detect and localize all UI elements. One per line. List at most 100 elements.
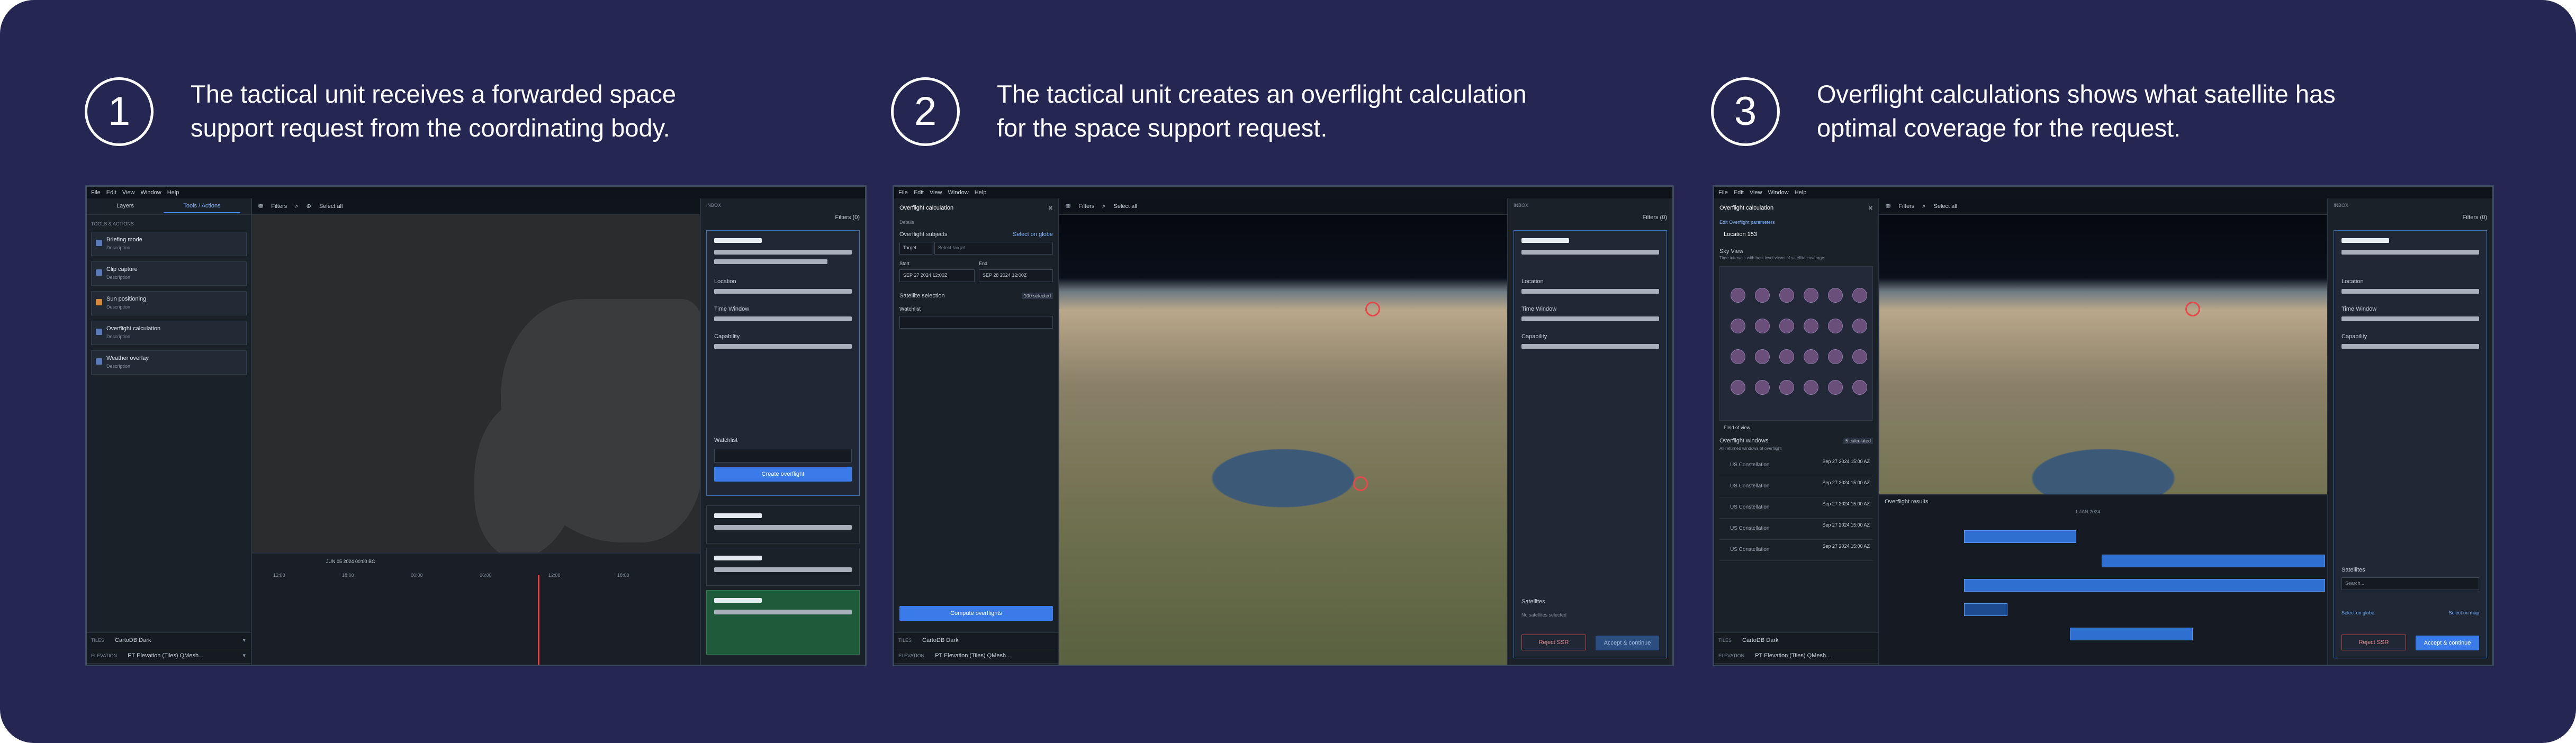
overflight-window[interactable]: [1964, 579, 2325, 592]
polar-plot[interactable]: [1731, 349, 1745, 364]
menu-file[interactable]: File: [91, 189, 101, 196]
menu-window[interactable]: Window: [141, 189, 161, 196]
timeline[interactable]: JUN 05 2024 00:00 BC 12:00 18:00 00:00 0…: [252, 552, 700, 665]
globe-view[interactable]: ⛃ Filters ⌕ Select all: [1059, 198, 1507, 665]
edit-parameters-link[interactable]: Edit Overflight parameters: [1719, 220, 1775, 225]
polar-plot[interactable]: [1852, 288, 1867, 303]
request-card-accepted[interactable]: [706, 590, 860, 655]
polar-plot[interactable]: [1828, 288, 1843, 303]
timeline-cursor[interactable]: [538, 575, 539, 665]
tiles-setting[interactable]: TILES CartoDB Dark ▾: [87, 633, 251, 648]
tool-briefing-mode[interactable]: Briefing mode Description: [91, 232, 247, 256]
tool-clip-capture[interactable]: Clip capture Description: [91, 261, 247, 286]
request-card[interactable]: Location Time Window Capability Watchlis…: [706, 230, 860, 496]
polar-plot[interactable]: [1828, 380, 1843, 395]
tiles-setting[interactable]: TILES CartoDB Dark: [1714, 633, 1878, 648]
tool-sun-positioning[interactable]: Sun positioning Description: [91, 291, 247, 315]
polar-plot[interactable]: [1779, 349, 1794, 364]
tool-weather-overlay[interactable]: Weather overlay Description: [91, 350, 247, 375]
polar-plot[interactable]: [1755, 380, 1770, 395]
accept-continue-button[interactable]: Accept & continue: [2416, 636, 2479, 650]
satellite-search-input[interactable]: Search...: [2341, 577, 2479, 590]
filters-button[interactable]: Filters: [1898, 203, 1914, 210]
request-card[interactable]: Location Time Window Capability Satellit…: [2334, 230, 2487, 658]
menu-edit[interactable]: Edit: [1734, 189, 1744, 196]
search-icon[interactable]: ⌕: [1922, 203, 1925, 210]
polar-plot[interactable]: [1804, 319, 1818, 333]
window-row[interactable]: US Constellation Sep 27 2024 15:00 AZ: [1719, 519, 1873, 540]
polar-plot[interactable]: [1779, 319, 1794, 333]
polar-plot[interactable]: [1804, 349, 1818, 364]
filter-icon[interactable]: ⛃: [258, 203, 263, 210]
polar-plot[interactable]: [1755, 349, 1770, 364]
target-marker[interactable]: [1365, 302, 1380, 316]
polar-plot[interactable]: [1828, 319, 1843, 333]
watchlist-select[interactable]: [899, 316, 1053, 329]
menu-file[interactable]: File: [1718, 189, 1728, 196]
menu-file[interactable]: File: [898, 189, 908, 196]
request-card[interactable]: [706, 505, 860, 543]
select-on-map-link[interactable]: Select on map: [2448, 610, 2479, 615]
polar-plot[interactable]: [1779, 380, 1794, 395]
window-row[interactable]: US Constellation Sep 27 2024 15:00 AZ: [1719, 477, 1873, 497]
polar-plot[interactable]: [1731, 288, 1745, 303]
globe-view[interactable]: ⛃ Filters ⌕ Select all Overflight result…: [1879, 198, 2327, 665]
polar-plot[interactable]: [1731, 380, 1745, 395]
polar-plot[interactable]: [1804, 288, 1818, 303]
select-on-globe-link[interactable]: Select on globe: [1013, 231, 1053, 238]
window-row[interactable]: US Constellation Sep 27 2024 15:00 AZ: [1719, 456, 1873, 476]
compute-overflights-button[interactable]: Compute overflights: [899, 606, 1053, 621]
polar-plot[interactable]: [1828, 349, 1843, 364]
field-of-view-toggle[interactable]: Field of view: [1724, 425, 1750, 430]
polar-plot[interactable]: [1731, 319, 1745, 333]
overflight-window[interactable]: [1964, 530, 2076, 543]
search-icon[interactable]: ⌕: [295, 203, 298, 210]
accept-continue-button[interactable]: Accept & continue: [1596, 636, 1659, 650]
polar-plot[interactable]: [1852, 380, 1867, 395]
select-all-button[interactable]: Select all: [1934, 203, 1958, 210]
menu-window[interactable]: Window: [1768, 189, 1789, 196]
menu-edit[interactable]: Edit: [914, 189, 924, 196]
polar-plot[interactable]: [1804, 380, 1818, 395]
filter-icon[interactable]: ⛃: [1066, 203, 1070, 210]
close-icon[interactable]: ✕: [1048, 205, 1053, 212]
filters-button[interactable]: Filters: [271, 203, 287, 210]
menu-edit[interactable]: Edit: [106, 189, 116, 196]
sky-view-grid[interactable]: [1719, 266, 1873, 421]
menu-view[interactable]: View: [1750, 189, 1762, 196]
polar-plot[interactable]: [1755, 319, 1770, 333]
elevation-setting[interactable]: ELEVATION PT Elevation (Tiles) QMesh...: [1714, 648, 1878, 664]
tab-tools-actions[interactable]: Tools / Actions: [164, 203, 240, 213]
search-icon[interactable]: ⌕: [1102, 203, 1105, 210]
polar-plot[interactable]: [1852, 349, 1867, 364]
elevation-setting[interactable]: ELEVATION PT Elevation (Tiles) QMesh...: [894, 648, 1058, 664]
request-card[interactable]: [706, 548, 860, 586]
filter-icon[interactable]: ⛃: [1886, 203, 1890, 210]
menu-view[interactable]: View: [930, 189, 942, 196]
tool-overflight-calculation[interactable]: Overflight calculation Description: [91, 321, 247, 345]
close-icon[interactable]: ✕: [1868, 205, 1873, 212]
watchlist-select[interactable]: [714, 449, 852, 463]
window-row[interactable]: US Constellation Sep 27 2024 15:00 AZ: [1719, 498, 1873, 519]
create-overflight-button[interactable]: Create overflight: [714, 467, 852, 482]
end-date-input[interactable]: SEP 28 2024 12:00Z: [979, 269, 1053, 282]
polar-plot[interactable]: [1755, 288, 1770, 303]
target-select[interactable]: Select target: [934, 242, 1053, 255]
target-marker[interactable]: [2185, 302, 2200, 316]
filters-button[interactable]: Filters (0): [835, 214, 860, 221]
menu-window[interactable]: Window: [948, 189, 969, 196]
reject-ssr-button[interactable]: Reject SSR: [1521, 635, 1586, 650]
tab-layers[interactable]: Layers: [87, 203, 164, 209]
start-date-input[interactable]: SEP 27 2024 12:00Z: [899, 269, 975, 282]
select-all-button[interactable]: Select all: [319, 203, 343, 210]
tiles-setting[interactable]: TILES CartoDB Dark: [894, 633, 1058, 648]
select-on-globe-link[interactable]: Select on globe: [2341, 610, 2374, 615]
request-card[interactable]: Location Time Window Capability Satellit…: [1514, 230, 1667, 658]
filters-button[interactable]: Filters (0): [2463, 214, 2487, 221]
overflight-window[interactable]: [1964, 603, 2007, 616]
menu-help[interactable]: Help: [1795, 189, 1807, 196]
elevation-setting[interactable]: ELEVATION PT Elevation (Tiles) QMesh... ▾: [87, 648, 251, 664]
menu-help[interactable]: Help: [975, 189, 987, 196]
polar-plot[interactable]: [1779, 288, 1794, 303]
map-view[interactable]: ⛃ Filters ⌕ ⊕ Select all JUN 05 2024 00:…: [252, 198, 700, 665]
